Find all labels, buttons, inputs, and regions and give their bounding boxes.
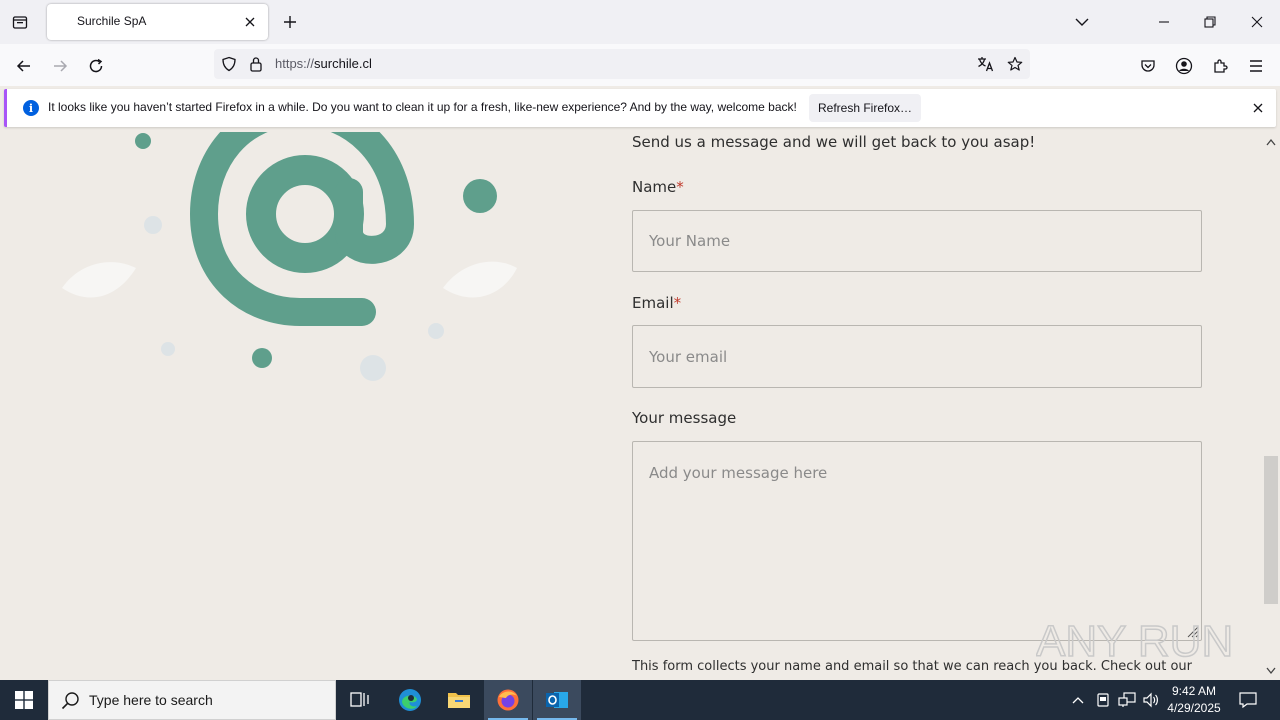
url-host: surchile.cl bbox=[314, 56, 372, 71]
refresh-firefox-notification: i It looks like you haven’t started Fire… bbox=[4, 89, 1276, 127]
windows-taskbar: Type here to search 9:42 AM 4/29/2025 bbox=[0, 680, 1280, 720]
page-scrollbar[interactable] bbox=[1262, 132, 1280, 680]
name-label: Name* bbox=[632, 178, 684, 196]
email-input[interactable]: Your email bbox=[632, 325, 1202, 388]
message-label: Your message bbox=[632, 409, 737, 427]
notification-close-icon[interactable] bbox=[1248, 98, 1268, 118]
restore-icon[interactable] bbox=[1192, 6, 1228, 38]
tab-title: Surchile SpA bbox=[77, 14, 147, 28]
search-icon bbox=[61, 692, 79, 710]
network-icon[interactable] bbox=[1117, 690, 1137, 710]
scroll-thumb[interactable] bbox=[1264, 456, 1278, 604]
clock-date: 4/29/2025 bbox=[1167, 701, 1221, 715]
device-tray-icon[interactable] bbox=[1093, 690, 1113, 710]
show-hidden-icons-chevron-icon[interactable] bbox=[1068, 690, 1088, 710]
scroll-down-icon[interactable] bbox=[1265, 665, 1277, 677]
name-placeholder: Your Name bbox=[649, 232, 731, 250]
tab-close-icon[interactable] bbox=[240, 12, 260, 32]
required-marker: * bbox=[676, 178, 684, 196]
pocket-icon[interactable] bbox=[1134, 52, 1162, 80]
windows-start-icon[interactable] bbox=[0, 680, 48, 720]
outlook-icon[interactable] bbox=[533, 680, 581, 720]
required-marker: * bbox=[673, 294, 682, 312]
message-placeholder: Add your message here bbox=[649, 464, 828, 482]
forward-arrow-icon[interactable] bbox=[46, 52, 74, 80]
clock-time: 9:42 AM bbox=[1171, 684, 1217, 698]
url-scheme: https:// bbox=[275, 56, 315, 71]
reload-icon[interactable] bbox=[82, 52, 110, 80]
info-icon: i bbox=[23, 100, 39, 116]
bookmark-star-icon[interactable] bbox=[1005, 54, 1025, 74]
email-at-illustration bbox=[62, 132, 517, 381]
name-label-text: Name bbox=[632, 178, 677, 196]
page-content: Send us a message and we will get back t… bbox=[0, 132, 1262, 680]
email-label: Email* bbox=[632, 294, 681, 312]
file-explorer-icon[interactable] bbox=[435, 680, 483, 720]
watermark-text: ANY RUN bbox=[1036, 617, 1233, 666]
lock-icon[interactable] bbox=[246, 54, 266, 74]
translate-icon[interactable] bbox=[976, 54, 996, 74]
task-view-icon[interactable] bbox=[336, 680, 384, 720]
firefox-view-icon[interactable] bbox=[8, 10, 32, 34]
taskbar-search-box[interactable]: Type here to search bbox=[48, 680, 336, 720]
notification-message: It looks like you haven’t started Firefo… bbox=[48, 100, 797, 114]
account-icon[interactable] bbox=[1170, 52, 1198, 80]
menu-hamburger-icon[interactable] bbox=[1242, 52, 1270, 80]
back-arrow-icon[interactable] bbox=[10, 52, 38, 80]
firefox-icon[interactable] bbox=[484, 680, 532, 720]
new-tab-icon[interactable] bbox=[280, 12, 300, 32]
search-placeholder: Type here to search bbox=[89, 692, 213, 708]
email-placeholder: Your email bbox=[649, 347, 728, 366]
anyrun-watermark: ANY RUN bbox=[1036, 616, 1234, 667]
name-input[interactable]: Your Name bbox=[632, 210, 1202, 272]
tracking-shield-icon[interactable] bbox=[219, 54, 239, 74]
notification-center-icon[interactable] bbox=[1238, 690, 1258, 710]
tab-surchile[interactable]: Surchile SpA bbox=[47, 4, 268, 40]
form-intro: Send us a message and we will get back t… bbox=[632, 133, 1036, 151]
refresh-firefox-button[interactable]: Refresh Firefox… bbox=[809, 94, 921, 122]
navigation-toolbar: https://surchile.cl bbox=[0, 44, 1280, 86]
edge-icon[interactable] bbox=[386, 680, 434, 720]
email-label-text: Email bbox=[632, 294, 674, 312]
address-bar[interactable]: https://surchile.cl bbox=[214, 49, 1030, 79]
list-all-tabs-icon[interactable] bbox=[1072, 12, 1092, 32]
close-window-icon[interactable] bbox=[1239, 6, 1275, 38]
tab-bar: Surchile SpA bbox=[0, 0, 1280, 44]
volume-icon[interactable] bbox=[1141, 690, 1161, 710]
minimize-icon[interactable] bbox=[1146, 6, 1182, 38]
scroll-up-icon[interactable] bbox=[1265, 136, 1277, 148]
extensions-icon[interactable] bbox=[1206, 52, 1234, 80]
url-text: https://surchile.cl bbox=[275, 56, 372, 71]
taskbar-clock[interactable]: 9:42 AM 4/29/2025 bbox=[1162, 683, 1226, 717]
